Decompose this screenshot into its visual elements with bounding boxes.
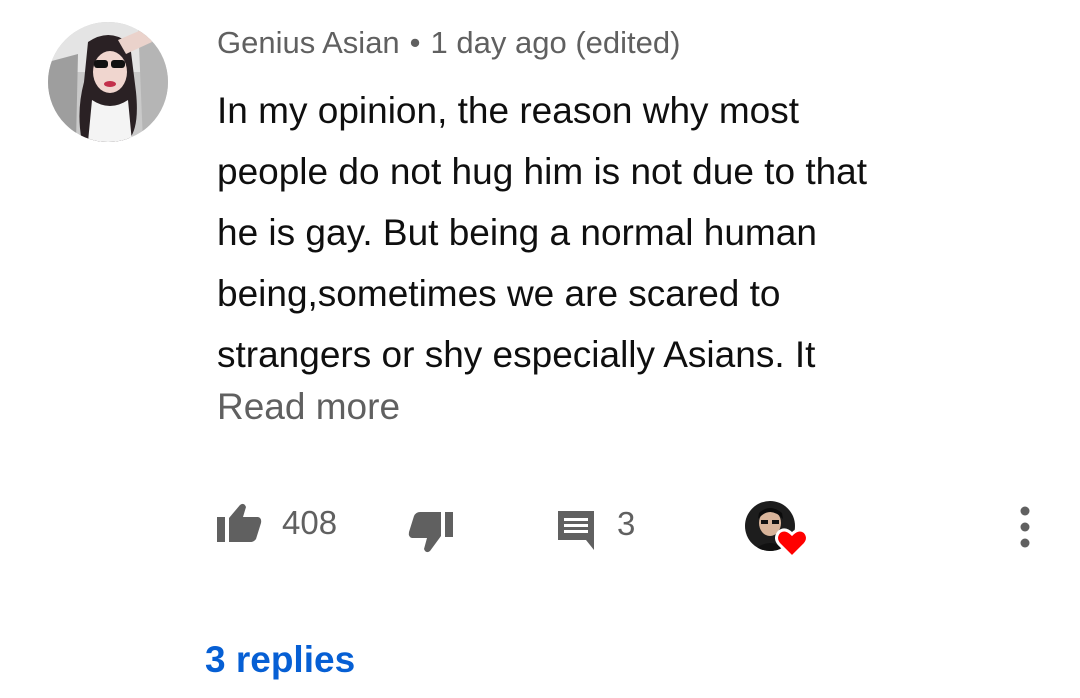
reply-button[interactable]: 3 [555, 505, 635, 550]
comment-text: In my opinion, the reason why most peopl… [217, 80, 1017, 385]
comment-icon [558, 511, 594, 550]
like-button[interactable]: 408 [216, 503, 337, 543]
comment-line: he is gay. But being a normal human [217, 212, 817, 253]
more-options-button[interactable] [1012, 505, 1038, 549]
comment-line: In my opinion, the reason why most [217, 90, 800, 131]
commenter-avatar[interactable] [48, 22, 168, 142]
dislike-button[interactable] [408, 510, 454, 554]
comment-line: strangers or shy especially Asians. It [217, 334, 816, 375]
read-more-button[interactable]: Read more [217, 382, 400, 432]
creator-heart-badge[interactable] [745, 501, 811, 563]
reply-count: 3 [617, 505, 636, 542]
thumbs-up-icon [217, 503, 262, 542]
meta-separator: • [409, 25, 421, 60]
more-vertical-icon [1020, 506, 1030, 548]
view-replies-link[interactable]: 3 replies [205, 638, 355, 682]
comment-line: being,sometimes we are scared to [217, 273, 781, 314]
comment-line: people do not hug him is not due to that [217, 151, 868, 192]
thumbs-down-icon [408, 512, 453, 553]
author-name[interactable]: Genius Asian [217, 25, 400, 60]
heart-icon [775, 528, 809, 559]
comment-meta: Genius Asian • 1 day ago (edited) [217, 23, 680, 63]
like-count: 408 [282, 504, 338, 541]
comment-timestamp[interactable]: 1 day ago (edited) [431, 25, 681, 60]
